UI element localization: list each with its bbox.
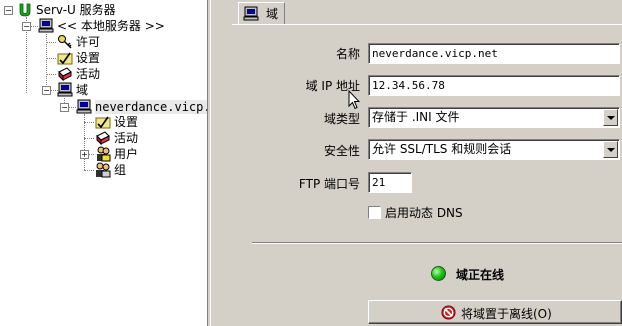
tree-item-domain-neverdance[interactable]: neverdance.vicp.net <box>76 99 207 115</box>
tree-item-activity[interactable]: 活动 <box>57 66 100 82</box>
domain-properties-panel: 域 名称 neverdance.vicp.net 域 IP 地址 12.34.5… <box>232 0 622 326</box>
collapse-toggle[interactable]: − <box>42 86 51 95</box>
computer-icon <box>38 18 54 34</box>
ip-label: 域 IP 地址 <box>305 79 360 93</box>
serv-u-logo-icon <box>17 2 33 18</box>
tree-label: 组 <box>114 163 127 177</box>
online-status-icon <box>431 266 446 281</box>
domain-type-label: 域类型 <box>323 112 360 126</box>
chevron-down-icon[interactable] <box>603 109 618 126</box>
tree-connector <box>46 42 56 43</box>
divider <box>252 243 622 244</box>
security-label: 安全性 <box>323 144 360 158</box>
port-label: FTP 端口号 <box>298 177 360 191</box>
tree-label: 域 <box>76 83 89 97</box>
tree-item-servu[interactable]: Serv-U 服务器 <box>17 2 116 18</box>
dynamic-dns-checkbox[interactable] <box>368 206 381 219</box>
tree-item-domains[interactable]: 域 <box>57 82 88 98</box>
pane-splitter[interactable] <box>207 0 233 326</box>
tab-label: 域 <box>266 7 279 21</box>
tree-label: 设置 <box>76 51 101 65</box>
tree-label: 活动 <box>114 131 139 145</box>
tree-label: 活动 <box>76 67 101 81</box>
users-icon <box>95 146 111 162</box>
tree-connector <box>84 122 94 123</box>
tree-connector <box>46 58 56 59</box>
stop-icon <box>441 305 456 323</box>
security-value: 允许 SSL/TLS 和规则会话 <box>372 142 512 156</box>
collapse-toggle[interactable]: − <box>4 6 13 15</box>
name-label: 名称 <box>335 47 360 61</box>
tree-connector <box>46 74 56 75</box>
security-select[interactable]: 允许 SSL/TLS 和规则会话 <box>368 139 620 160</box>
server-tree[interactable]: − − − − + Serv-U 服务器 << 本地服务器 >> 许可 设置 活… <box>0 0 207 326</box>
tree-label: neverdance.vicp.net <box>95 100 207 114</box>
collapse-toggle[interactable]: − <box>22 22 31 31</box>
tree-item-license[interactable]: 许可 <box>57 34 100 50</box>
tree-connector <box>84 138 94 139</box>
tree-label: Serv-U 服务器 <box>36 3 116 17</box>
activity-icon <box>95 130 111 146</box>
activity-icon <box>57 66 73 82</box>
chevron-down-icon[interactable] <box>603 141 618 158</box>
computer-icon <box>243 6 259 29</box>
domain-type-select[interactable]: 存储于 .INI 文件 <box>368 107 620 128</box>
take-domain-offline-button[interactable]: 将域置于离线(O) <box>368 300 622 324</box>
key-icon <box>57 34 73 50</box>
tree-label: << 本地服务器 >> <box>57 19 165 33</box>
tree-item-users[interactable]: 用户 <box>95 146 138 162</box>
settings-icon <box>57 50 73 66</box>
name-field[interactable]: neverdance.vicp.net <box>368 43 620 64</box>
tree-label: 用户 <box>114 147 139 161</box>
groups-icon <box>95 162 111 178</box>
tree-connector <box>84 170 94 171</box>
status-text: 域正在线 <box>456 268 505 282</box>
pointer-cursor-icon <box>348 89 361 113</box>
expand-toggle[interactable]: + <box>80 150 89 159</box>
ip-field[interactable]: 12.34.56.78 <box>368 75 620 96</box>
tab-baseline <box>232 24 622 25</box>
tab-domain[interactable]: 域 <box>238 2 285 24</box>
tree-item-groups[interactable]: 组 <box>95 162 126 178</box>
domain-icon <box>57 82 73 98</box>
settings-icon <box>95 114 111 130</box>
tree-item-domain-settings[interactable]: 设置 <box>95 114 138 130</box>
tree-label: 设置 <box>114 115 139 129</box>
offline-button-label: 将域置于离线(O) <box>461 307 552 321</box>
computer-icon <box>76 99 92 115</box>
tree-label: 许可 <box>76 35 101 49</box>
dynamic-dns-label[interactable]: 启用动态 DNS <box>385 204 463 221</box>
tree-item-settings[interactable]: 设置 <box>57 50 100 66</box>
tree-item-local-server[interactable]: << 本地服务器 >> <box>38 18 165 34</box>
tree-item-domain-activity[interactable]: 活动 <box>95 130 138 146</box>
port-field[interactable]: 21 <box>368 172 412 193</box>
collapse-toggle[interactable]: − <box>60 103 69 112</box>
domain-type-value: 存储于 .INI 文件 <box>372 110 460 124</box>
